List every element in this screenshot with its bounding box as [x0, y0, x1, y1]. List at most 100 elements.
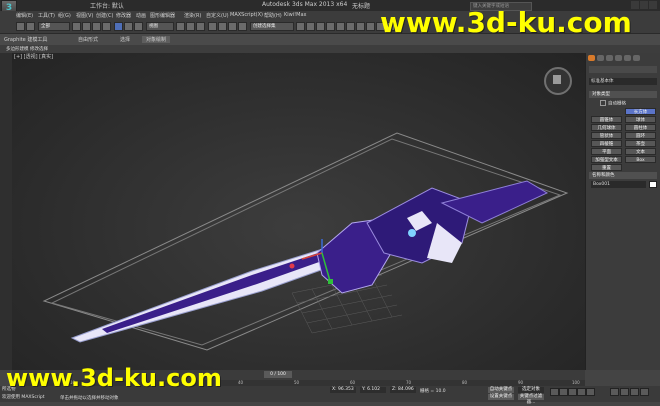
auto-key-button[interactable]: 自动关键点: [488, 387, 514, 393]
maximize-icon[interactable]: [640, 1, 648, 9]
object-button-tube[interactable]: 管状体: [591, 132, 622, 139]
create-category-icons[interactable]: [589, 66, 657, 73]
pivot-center-icon[interactable]: [176, 22, 185, 31]
menu-tools[interactable]: 工具(T): [38, 12, 55, 19]
align-icon[interactable]: [306, 22, 315, 31]
set-key-button[interactable]: 设置关键点: [488, 394, 514, 400]
select-object-icon[interactable]: [72, 22, 81, 31]
layer-manager-icon[interactable]: [316, 22, 325, 31]
object-button-pyramid[interactable]: 四棱锥: [591, 140, 622, 147]
ribbon-sub-label-2[interactable]: 修改选择: [30, 46, 48, 52]
object-color-swatch[interactable]: [649, 181, 657, 188]
object-button-box-alt[interactable]: Box: [625, 156, 656, 163]
maximize-viewport-icon[interactable]: [640, 388, 649, 396]
menu-group[interactable]: 组(G): [58, 12, 71, 19]
move-icon[interactable]: [114, 22, 123, 31]
rollout-name-color[interactable]: 名称和颜色: [589, 172, 657, 179]
orbit-icon[interactable]: [630, 388, 639, 396]
y-coordinate-field[interactable]: Y: 6.102: [360, 387, 386, 393]
percent-snap-icon[interactable]: [228, 22, 237, 31]
spinner-snap-icon[interactable]: [238, 22, 247, 31]
perspective-viewport[interactable]: [+] [透视] [真实]: [12, 53, 585, 370]
reference-coordinate-dropdown[interactable]: 视图: [146, 22, 174, 31]
menu-views[interactable]: 视图(V): [76, 12, 93, 19]
time-slider-thumb[interactable]: 0 / 100: [264, 371, 292, 378]
minimize-icon[interactable]: [631, 1, 639, 9]
pan-icon[interactable]: [620, 388, 629, 396]
curve-editor-icon[interactable]: [336, 22, 345, 31]
go-to-end-icon[interactable]: [586, 388, 595, 396]
menu-create[interactable]: 创建(C): [96, 12, 113, 19]
next-frame-icon[interactable]: [577, 388, 586, 396]
ribbon-tab-selection[interactable]: 选择: [120, 36, 130, 43]
object-button-torus[interactable]: 圆环: [625, 132, 656, 139]
display-tab-icon[interactable]: [624, 55, 631, 61]
x-coordinate-field[interactable]: X: 96.353: [330, 387, 356, 393]
z-coordinate-field[interactable]: Z: 84.096: [390, 387, 416, 393]
object-button-sphere[interactable]: 球体: [625, 116, 656, 123]
utilities-tab-icon[interactable]: [633, 55, 640, 61]
select-manipulate-icon[interactable]: [186, 22, 195, 31]
snaps-toggle-icon[interactable]: [208, 22, 217, 31]
object-name-field[interactable]: Box001: [591, 181, 646, 188]
hierarchy-tab-icon[interactable]: [606, 55, 613, 61]
primitive-category-dropdown[interactable]: 标准基本体: [589, 78, 657, 85]
scale-icon[interactable]: [134, 22, 143, 31]
ribbon-tab-object-paint[interactable]: 对象绘制: [142, 36, 171, 43]
workspace-selector[interactable]: 工作台: 默认: [90, 1, 124, 10]
key-filters-button[interactable]: 关键点过滤器...: [518, 394, 544, 405]
object-button-geosphere[interactable]: 几何球体: [591, 124, 622, 131]
menu-rendering[interactable]: 渲染(R): [184, 12, 201, 19]
mirror-icon[interactable]: [296, 22, 305, 31]
checkbox-icon[interactable]: [600, 100, 606, 106]
viewcube[interactable]: [544, 67, 572, 95]
motion-tab-icon[interactable]: [615, 55, 622, 61]
selection-filter-dropdown[interactable]: 全部: [38, 22, 70, 31]
menu-customize[interactable]: 自定义(U): [206, 12, 229, 19]
sword-model[interactable]: [70, 180, 549, 343]
rotate-icon[interactable]: [124, 22, 133, 31]
create-tab-icon[interactable]: [588, 55, 595, 61]
object-button-cylinder[interactable]: 圆柱体: [625, 124, 656, 131]
object-button-text[interactable]: 文本: [625, 148, 656, 155]
menu-edit[interactable]: 编辑(E): [16, 12, 33, 19]
named-selection-dropdown[interactable]: 创建选择集: [250, 22, 294, 31]
menu-maxscript[interactable]: MAXScript(X): [230, 12, 263, 18]
undo-icon[interactable]: [16, 22, 25, 31]
menu-help[interactable]: 帮助(H): [264, 12, 282, 19]
window-crossing-icon[interactable]: [102, 22, 111, 31]
object-button-plane[interactable]: 平面: [591, 148, 622, 155]
previous-frame-icon[interactable]: [559, 388, 568, 396]
select-by-name-icon[interactable]: [82, 22, 91, 31]
modify-tab-icon[interactable]: [597, 55, 604, 61]
object-button-text-plus[interactable]: 加强型文本: [591, 156, 622, 163]
schematic-view-icon[interactable]: [346, 22, 355, 31]
render-setup-icon[interactable]: [366, 22, 375, 31]
redo-icon[interactable]: [26, 22, 35, 31]
object-button-reset[interactable]: 重置: [591, 164, 622, 171]
material-editor-icon[interactable]: [356, 22, 365, 31]
angle-snap-icon[interactable]: [218, 22, 227, 31]
object-button-box[interactable]: 长方体: [625, 108, 656, 115]
ribbon-tab-freeform[interactable]: 自由形式: [78, 36, 98, 43]
keyboard-shortcut-icon[interactable]: [196, 22, 205, 31]
key-filter-dropdown[interactable]: 选定对象: [518, 387, 544, 393]
menu-graph-editors[interactable]: 图形编辑器: [150, 12, 175, 19]
ribbon-tab-graphite[interactable]: Graphite 建模工具: [4, 36, 47, 43]
graphite-toggle-icon[interactable]: [326, 22, 335, 31]
autogrid-checkbox[interactable]: 自动栅格: [600, 100, 650, 107]
close-icon[interactable]: [649, 1, 657, 9]
object-button-cone[interactable]: 圆锥体: [591, 116, 622, 123]
play-icon[interactable]: [568, 388, 577, 396]
rectangular-selection-icon[interactable]: [92, 22, 101, 31]
viewcube-face-icon[interactable]: [553, 75, 561, 84]
rollout-object-type[interactable]: 对象类型: [589, 91, 657, 98]
menu-modifiers[interactable]: 修改器: [116, 12, 131, 19]
menu-animation[interactable]: 动画: [136, 12, 146, 19]
zoom-icon[interactable]: [610, 388, 619, 396]
ribbon-sub-label-1[interactable]: 多边形建模: [6, 46, 29, 52]
maxscript-listener-label[interactable]: 欢迎使用 MAXScript: [2, 394, 45, 400]
go-to-start-icon[interactable]: [550, 388, 559, 396]
menu-kiwi[interactable]: Kiwi!Max: [284, 12, 307, 18]
object-button-teapot[interactable]: 茶壶: [625, 140, 656, 147]
